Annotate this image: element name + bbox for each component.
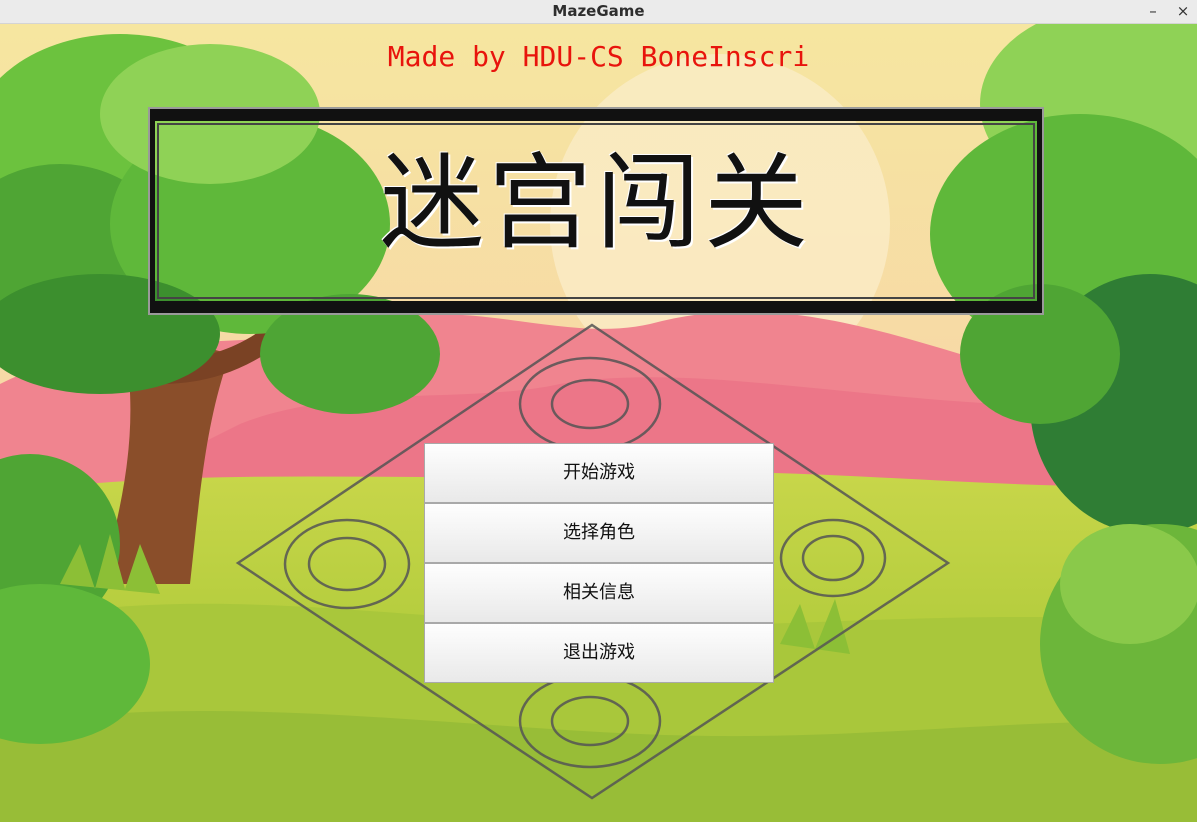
window-title: MazeGame: [552, 2, 645, 20]
credit-text: Made by HDU-CS BoneInscri: [387, 40, 810, 73]
title-bar: MazeGame – ×: [0, 0, 1197, 24]
about-info-button[interactable]: 相关信息: [424, 563, 774, 623]
game-title-banner: 迷宫闯关: [150, 109, 1042, 313]
main-menu: 开始游戏 选择角色 相关信息 退出游戏: [424, 443, 774, 683]
maze-game-window: MazeGame – × Made by HDU-CS BoneInscri 迷…: [0, 0, 1197, 822]
exit-game-button[interactable]: 退出游戏: [424, 623, 774, 683]
game-title: 迷宫闯关: [379, 142, 812, 264]
close-button[interactable]: ×: [1171, 0, 1195, 22]
select-character-button[interactable]: 选择角色: [424, 503, 774, 563]
main-menu-scene: Made by HDU-CS BoneInscri 迷宫闯关 开始游戏 选择角色…: [0, 24, 1197, 822]
minimize-button[interactable]: –: [1141, 0, 1165, 22]
start-game-button[interactable]: 开始游戏: [424, 443, 774, 503]
